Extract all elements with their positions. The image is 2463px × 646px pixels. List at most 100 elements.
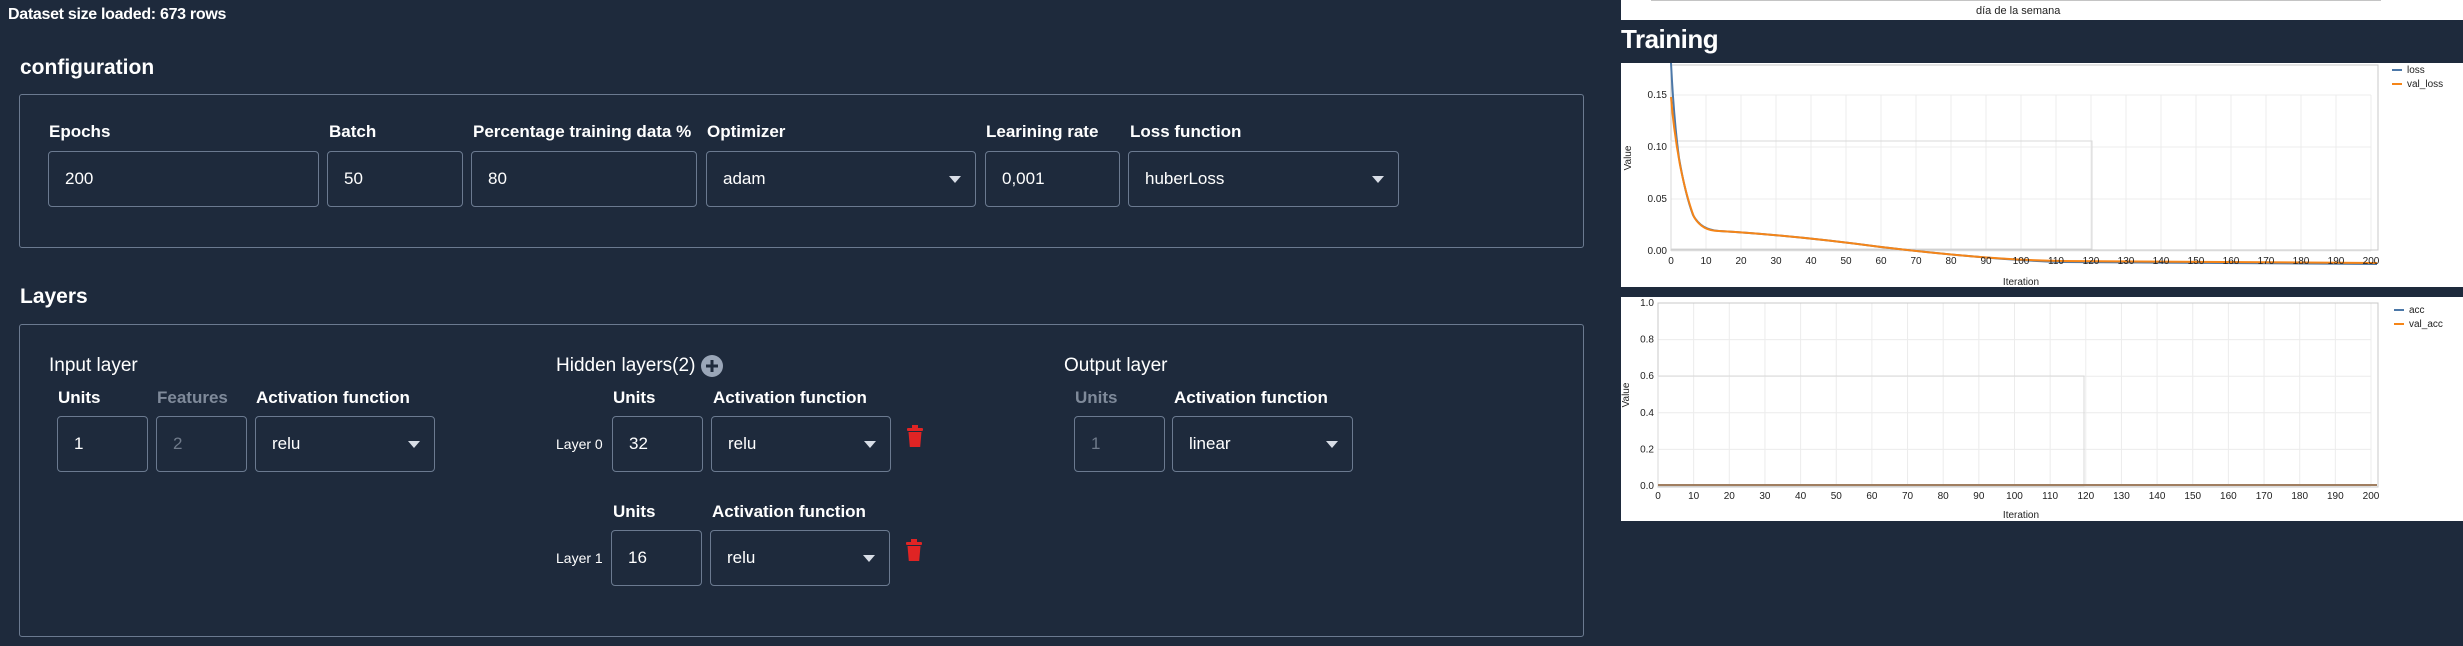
batch-label: Batch (329, 122, 377, 141)
loss-line (1670, 63, 2378, 265)
x-tick-label: 190 (2327, 491, 2344, 502)
features-input: 2 (156, 416, 247, 472)
training-percentage-input[interactable]: 80 (471, 151, 697, 207)
loss-function-label: Loss function (1130, 122, 1242, 141)
x-tick-label: 110 (2042, 491, 2058, 502)
x-tick-label: 60 (1875, 256, 1887, 267)
batch-input[interactable]: 50 (327, 151, 463, 207)
hidden-units-label: Units (613, 388, 656, 407)
chevron-down-icon (863, 554, 875, 562)
input-units-label: Units (58, 388, 101, 407)
x-tick-label: 50 (1840, 256, 1852, 267)
x-tick-label: 140 (2149, 491, 2166, 502)
output-units-label: Units (1075, 388, 1118, 407)
x-tick-label: 60 (1866, 491, 1878, 502)
x-tick-label: 80 (1945, 256, 1957, 267)
plus-circle-icon[interactable] (700, 354, 724, 378)
epochs-input[interactable]: 200 (48, 151, 319, 207)
learning-rate-label: Learining rate (986, 122, 1099, 141)
hidden-activation-label: Activation function (713, 388, 867, 407)
y-tick-label: 0.8 (1640, 335, 1654, 346)
loss-x-axis-label: Iteration (2003, 277, 2039, 287)
x-tick-label: 50 (1831, 491, 1843, 502)
loss-chart: 0.15 0.10 0.05 0.00 0 10 20 30 40 50 60 70 80 90 100 1… (1621, 63, 2463, 287)
x-tick-label: 190 (2328, 256, 2345, 267)
previous-chart-strip: día de la semana (1621, 0, 2463, 20)
layer-1-activation-select[interactable]: relu (710, 530, 890, 586)
chevron-down-icon (1372, 175, 1384, 183)
y-tick-label: 0.4 (1640, 408, 1654, 419)
x-tick-label: 200 (2363, 491, 2380, 502)
x-tick-label: 20 (1724, 491, 1736, 502)
top-axis-label: día de la semana (1976, 5, 2061, 17)
layers-title: Layers (20, 285, 88, 308)
chevron-down-icon (949, 175, 961, 183)
input-activation-value: relu (272, 434, 301, 453)
x-tick-label: 160 (2223, 256, 2240, 267)
legend-loss-label: loss (2407, 65, 2425, 76)
acc-x-axis-label: Iteration (2003, 510, 2039, 521)
input-layer-title: Input layer (49, 355, 138, 376)
x-tick-label: 200 (2363, 256, 2380, 267)
chevron-down-icon (408, 440, 420, 448)
input-activation-label: Activation function (256, 388, 410, 407)
y-tick-label: 0.0 (1640, 481, 1654, 492)
chevron-down-icon (864, 440, 876, 448)
layer-0-units-input[interactable]: 32 (612, 416, 703, 472)
x-tick-label: 40 (1805, 256, 1817, 267)
optimizer-select[interactable]: adam (706, 151, 976, 207)
layer-0-tag: Layer 0 (556, 436, 603, 452)
x-tick-label: 20 (1735, 256, 1747, 267)
x-tick-label: 180 (2293, 256, 2310, 267)
legend-acc-label: acc (2409, 305, 2425, 316)
y-tick-label: 0.6 (1640, 371, 1654, 382)
x-tick-label: 30 (1759, 491, 1771, 502)
training-title: Training (1621, 24, 1719, 54)
hidden-activation-label: Activation function (712, 502, 866, 521)
loss-function-select[interactable]: huberLoss (1128, 151, 1399, 207)
x-tick-label: 150 (2184, 491, 2201, 502)
x-tick-label: 90 (1980, 256, 1992, 267)
trash-icon[interactable] (907, 425, 923, 447)
input-activation-select[interactable]: relu (255, 416, 435, 472)
optimizer-label: Optimizer (707, 122, 786, 141)
x-tick-label: 130 (2113, 491, 2130, 502)
acc-y-axis-label: Value (1621, 382, 1632, 407)
x-tick-label: 30 (1770, 256, 1782, 267)
layer-0-activation-value: relu (728, 434, 757, 453)
x-tick-label: 110 (2048, 256, 2064, 267)
x-tick-label: 120 (2083, 256, 2100, 267)
legend-val-loss-label: val_loss (2407, 79, 2443, 90)
learning-rate-input[interactable]: 0,001 (985, 151, 1120, 207)
input-units-input[interactable]: 1 (57, 416, 148, 472)
output-activation-select[interactable]: linear (1172, 416, 1353, 472)
hidden-units-label: Units (613, 502, 656, 521)
output-units-input: 1 (1074, 416, 1165, 472)
x-tick-label: 100 (2006, 491, 2023, 502)
legend-val-acc-label: val_acc (2409, 319, 2443, 330)
x-tick-label: 130 (2118, 256, 2135, 267)
layer-1-units-input[interactable]: 16 (611, 530, 702, 586)
val-loss-line (1670, 96, 2378, 264)
x-tick-label: 90 (1973, 491, 1985, 502)
x-tick-label: 40 (1795, 491, 1807, 502)
optimizer-value: adam (723, 169, 766, 188)
loss-y-axis-label: Value (1623, 145, 1634, 170)
trash-icon[interactable] (906, 539, 922, 561)
x-tick-label: 10 (1688, 491, 1700, 502)
x-tick-label: 0 (1655, 491, 1661, 502)
x-tick-label: 180 (2291, 491, 2308, 502)
layer-1-tag: Layer 1 (556, 550, 603, 566)
training-percentage-label: Percentage training data % (473, 122, 692, 141)
epochs-label: Epochs (49, 122, 111, 141)
layer-0-activation-select[interactable]: relu (711, 416, 891, 472)
y-tick-label: 0.10 (1648, 142, 1668, 153)
x-tick-label: 10 (1700, 256, 1712, 267)
accuracy-chart: 1.0 0.8 0.6 0.4 0.2 0.0 0 10 20 30 40 50 60 70 80 90 10… (1621, 297, 2463, 521)
layer-1-activation-value: relu (727, 548, 756, 567)
loss-function-value: huberLoss (1145, 169, 1225, 188)
accuracy-chart-svg: 1.0 0.8 0.6 0.4 0.2 0.0 0 10 20 30 40 50 60 70 80 90 10… (1621, 298, 2443, 521)
x-tick-label: 170 (2256, 491, 2273, 502)
y-tick-label: 0.05 (1648, 194, 1668, 205)
configuration-title: configuration (20, 56, 155, 79)
